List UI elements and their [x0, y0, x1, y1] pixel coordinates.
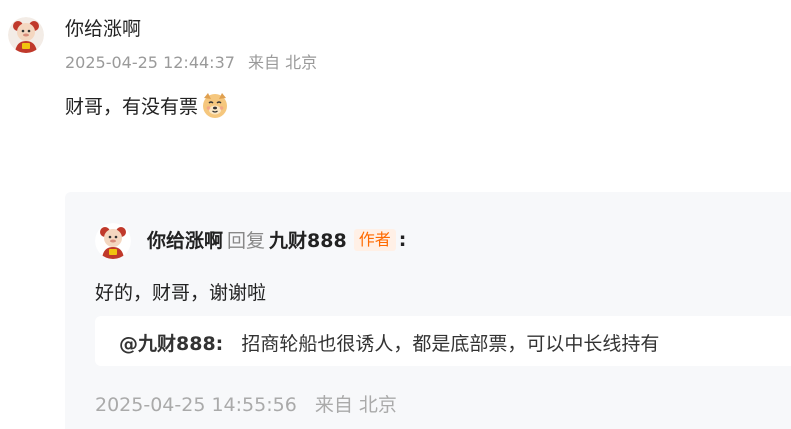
comment-thread: 你给涨啊 2025-04-25 12:44:37 来自 北京 财哥，有没有票 你…: [0, 0, 791, 429]
reply-label: 回复: [227, 230, 266, 252]
reply-target-user[interactable]: 九财888: [269, 226, 347, 253]
author-badge: 作者: [353, 228, 396, 251]
avatar-icon: [95, 223, 131, 259]
reply-header: 你给涨啊 回复 九财888 作者 :: [147, 226, 406, 253]
reply-text: 好的，财哥，谢谢啦: [95, 282, 267, 304]
comment-timestamp: 2025-04-25 12:44:37: [65, 53, 235, 72]
reply-username[interactable]: 你给涨啊: [147, 226, 223, 253]
user-avatar[interactable]: [8, 17, 44, 53]
reply-source: 来自 北京: [314, 394, 397, 416]
avatar-icon: [8, 17, 44, 53]
dog-face-icon: [200, 90, 230, 120]
comment-body: 财哥，有没有票: [65, 90, 230, 120]
comment-source: 来自 北京: [248, 53, 318, 72]
reply-user-avatar[interactable]: [95, 223, 131, 259]
quoted-user[interactable]: @九财888:: [119, 333, 223, 355]
quoted-content: @九财888: 招商轮船也很诱人，都是底部票，可以中长线持有: [119, 329, 659, 356]
comment-username[interactable]: 你给涨啊: [65, 14, 141, 41]
quoted-text: 招商轮船也很诱人，都是底部票，可以中长线持有: [241, 333, 660, 355]
reply-meta: 2025-04-25 14:55:56 来自 北京: [95, 390, 397, 417]
reply-container: 你给涨啊 回复 九财888 作者 : 好的，财哥，谢谢啦 @九财888: 招商轮…: [65, 192, 791, 429]
reply-timestamp: 2025-04-25 14:55:56: [95, 394, 297, 416]
comment-meta: 2025-04-25 12:44:37 来自 北京: [65, 49, 317, 73]
reply-colon: :: [398, 228, 407, 251]
comment-text: 财哥，有没有票: [65, 95, 199, 118]
quoted-comment[interactable]: @九财888: 招商轮船也很诱人，都是底部票，可以中长线持有: [95, 316, 791, 366]
